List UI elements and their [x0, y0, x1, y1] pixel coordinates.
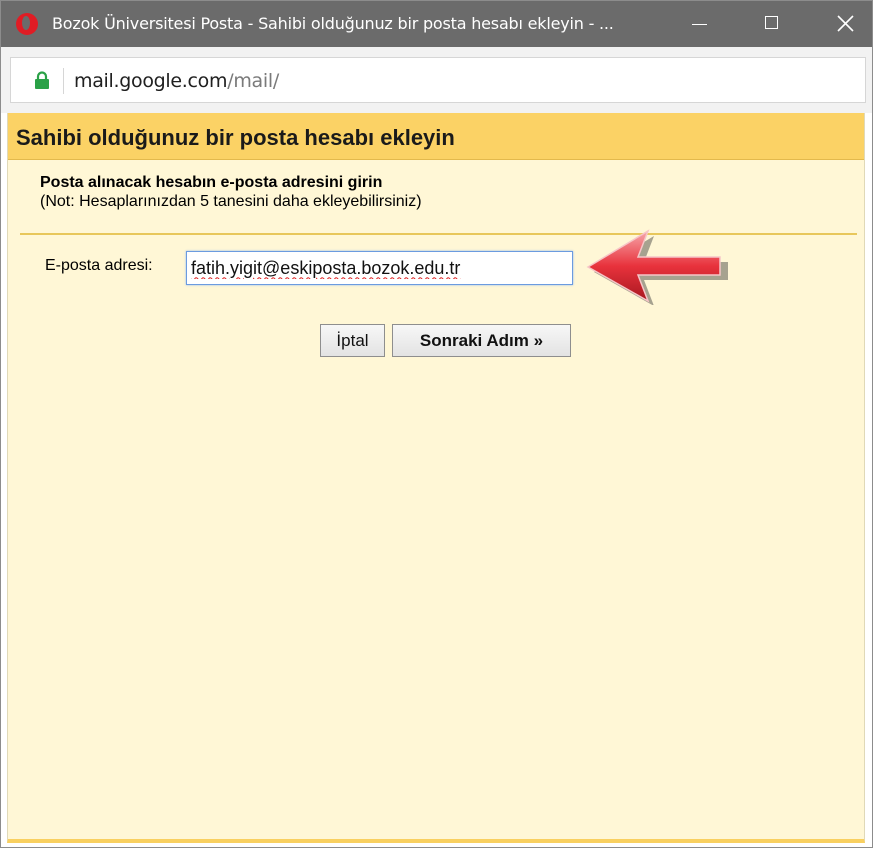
cancel-button[interactable]: İptal: [320, 324, 385, 357]
email-input[interactable]: [186, 251, 573, 285]
instruction-block: Posta alınacak hesabın e-posta adresini …: [40, 173, 422, 211]
account-limit-note: (Not: Hesaplarınızdan 5 tanesini daha ek…: [40, 193, 422, 210]
url-host: mail.google.com: [74, 70, 228, 92]
maximize-button[interactable]: [736, 1, 808, 47]
url-text: mail.google.com/mail/: [74, 70, 279, 92]
url-path: /mail/: [227, 70, 279, 92]
add-account-dialog: Sahibi olduğunuz bir posta hesabı ekleyi…: [7, 113, 865, 843]
lock-icon: [35, 71, 49, 89]
minimize-icon: [692, 24, 707, 25]
title-bar[interactable]: Bozok Üniversitesi Posta - Sahibi olduğu…: [1, 1, 872, 47]
opera-logo-icon: [16, 13, 38, 35]
minimize-button[interactable]: [664, 1, 736, 47]
close-button[interactable]: [800, 1, 872, 47]
maximize-icon: [765, 16, 778, 29]
address-bar[interactable]: mail.google.com/mail/: [10, 57, 866, 103]
browser-window: Bozok Üniversitesi Posta - Sahibi olduğu…: [0, 0, 873, 848]
red-arrow-annotation: [586, 229, 728, 305]
page-content: Sahibi olduğunuz bir posta hesabı ekleyi…: [1, 113, 872, 847]
instruction-text: Posta alınacak hesabın e-posta adresini …: [40, 174, 383, 191]
address-divider: [63, 68, 64, 94]
email-label: E-posta adresi:: [45, 257, 153, 274]
next-step-button[interactable]: Sonraki Adım »: [392, 324, 571, 357]
close-icon: [837, 15, 854, 32]
window-title: Bozok Üniversitesi Posta - Sahibi olduğu…: [52, 14, 614, 33]
dialog-title: Sahibi olduğunuz bir posta hesabı ekleyi…: [16, 125, 455, 150]
address-bar-area: mail.google.com/mail/: [1, 47, 872, 113]
dialog-header: Sahibi olduğunuz bir posta hesabı ekleyi…: [8, 113, 864, 160]
